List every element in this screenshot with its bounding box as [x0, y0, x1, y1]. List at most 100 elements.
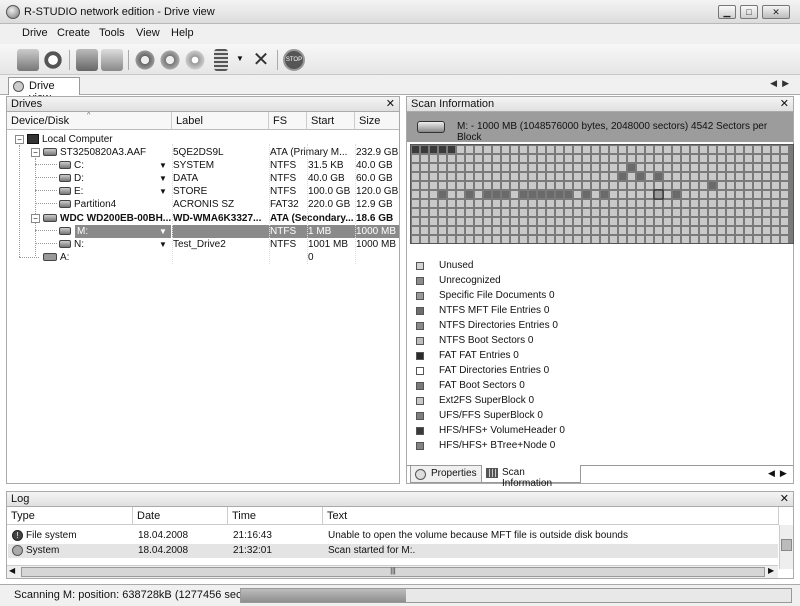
- partition-icon: [59, 174, 71, 183]
- close-icon[interactable]: ✕: [780, 492, 789, 505]
- log-column-text[interactable]: Text: [323, 507, 779, 525]
- menu-view[interactable]: View: [136, 27, 160, 39]
- scan-map-cell: [601, 200, 608, 207]
- scroll-left-icon[interactable]: ◀: [9, 566, 15, 575]
- scan-map-cell: [583, 227, 590, 234]
- scan-map-cell: [781, 191, 788, 198]
- refresh-icon[interactable]: [42, 49, 64, 71]
- drive-row-m[interactable]: M: ▼ NTFS 1 MB 1000 MB: [7, 225, 399, 238]
- chevron-down-icon[interactable]: ▼: [159, 240, 167, 249]
- log-row[interactable]: System 18.04.2008 21:32:01 Scan started …: [8, 544, 778, 558]
- menu-tools[interactable]: Tools: [99, 27, 125, 39]
- chevron-down-icon[interactable]: ▼: [159, 174, 167, 183]
- scan-map-cell: [700, 146, 707, 153]
- log-hscroll-thumb[interactable]: |||: [21, 567, 765, 577]
- column-start[interactable]: Start: [307, 112, 355, 130]
- drive-row-n[interactable]: N: ▼ Test_Drive2 NTFS 1001 MB 1000 MB: [7, 238, 399, 251]
- log-column-time[interactable]: Time: [228, 507, 323, 525]
- chevron-down-icon[interactable]: ▼: [159, 227, 167, 236]
- drive-row-local-computer[interactable]: Local Computer: [7, 133, 399, 146]
- scan-map-cell: [466, 155, 473, 162]
- log-column-date[interactable]: Date: [133, 507, 228, 525]
- close-icon[interactable]: ✕: [386, 97, 395, 110]
- scan-map-cell: [637, 200, 644, 207]
- minimize-button[interactable]: ▁: [718, 5, 736, 19]
- scan-map-cell: [583, 236, 590, 243]
- drive-row-a[interactable]: A: 0: [7, 251, 399, 264]
- drive-row-c[interactable]: C: ▼ SYSTEM NTFS 31.5 KB 40.0 GB: [7, 159, 399, 172]
- scan-map-cell: [520, 146, 527, 153]
- column-size[interactable]: Size: [355, 112, 399, 130]
- scan-map-cell: [457, 146, 464, 153]
- scan-map-cell: [772, 236, 779, 243]
- scan-map-cells: [412, 146, 788, 243]
- scan-map-cell: [745, 209, 752, 216]
- chevron-down-icon[interactable]: ▼: [159, 187, 167, 196]
- scan-map-cell: [691, 218, 698, 225]
- scan-map-cell: [655, 236, 662, 243]
- region-icon[interactable]: [214, 49, 228, 71]
- disk-icon[interactable]: [184, 49, 206, 71]
- scan-map-cell: [754, 227, 761, 234]
- scan-map-cell: [556, 173, 563, 180]
- scroll-right-icon[interactable]: ▶: [768, 566, 774, 575]
- log-type: System: [26, 545, 60, 556]
- drive-info-text: M: - 1000 MB (1048576000 bytes, 2048000 …: [457, 121, 768, 143]
- log-horizontal-scrollbar[interactable]: ◀ ||| ▶: [7, 565, 778, 578]
- create-image-icon[interactable]: [101, 49, 123, 71]
- drive-row-disk-1[interactable]: ST3250820A3.AAF 5QE2DS9L ATA (Primary M.…: [7, 146, 399, 159]
- drive-row-partition4[interactable]: Partition4 ACRONIS SZ FAT32 220.0 GB 12.…: [7, 198, 399, 211]
- drive-row-d[interactable]: D: ▼ DATA NTFS 40.0 GB 60.0 GB: [7, 172, 399, 185]
- maximize-button[interactable]: □: [740, 5, 758, 19]
- scan-map-cell: [511, 173, 518, 180]
- scan-map-cell: [646, 191, 653, 198]
- scan-map-cell: [673, 146, 680, 153]
- scan-icon[interactable]: [134, 49, 156, 71]
- scan-map-cell: [529, 209, 536, 216]
- remove-icon[interactable]: ✕: [250, 49, 272, 71]
- chevron-down-icon[interactable]: ▼: [159, 161, 167, 170]
- device-name: N:: [74, 239, 84, 250]
- tab-properties[interactable]: Properties: [410, 466, 482, 483]
- chevron-down-icon[interactable]: ▼: [236, 54, 244, 63]
- recover-icon[interactable]: [159, 49, 181, 71]
- close-button[interactable]: ✕: [762, 5, 790, 19]
- drive-row-e[interactable]: E: ▼ STORE NTFS 100.0 GB 120.0 GB: [7, 185, 399, 198]
- column-label[interactable]: Label: [172, 112, 269, 130]
- scan-map-cell: [772, 164, 779, 171]
- log-row[interactable]: ! File system 18.04.2008 21:16:43 Unable…: [8, 529, 778, 543]
- drive-label: STORE: [173, 186, 208, 197]
- scan-map-cell: [529, 173, 536, 180]
- tab-scroll-arrows[interactable]: ◀▶: [770, 78, 794, 89]
- scan-tab-scroll-arrows[interactable]: ◀▶: [768, 468, 792, 479]
- stop-icon[interactable]: STOP: [283, 49, 305, 71]
- scan-map-cell: [556, 218, 563, 225]
- scan-map-cell: [475, 164, 482, 171]
- open-image-icon[interactable]: [76, 49, 98, 71]
- close-icon[interactable]: ✕: [780, 97, 789, 110]
- scan-map-cell: [691, 191, 698, 198]
- drive-row-disk-2[interactable]: WDC WD200EB-00BH... WD-WMA6K3327... ATA …: [7, 212, 399, 225]
- scan-map-cell: [412, 191, 419, 198]
- drive-fs: FAT32: [270, 199, 299, 210]
- tab-scan-information[interactable]: Scan Information: [481, 465, 581, 489]
- tab-properties-label: Properties: [431, 468, 477, 479]
- scan-map-cell: [493, 227, 500, 234]
- scan-map-cell: [430, 209, 437, 216]
- menu-create[interactable]: Create: [57, 27, 90, 39]
- scan-map-cell: [763, 164, 770, 171]
- log-scroll-thumb[interactable]: [781, 539, 792, 551]
- drive-size: 232.9 GB: [356, 147, 399, 158]
- tab-drive-view[interactable]: Drive view: [8, 77, 80, 104]
- connect-icon[interactable]: [17, 49, 39, 71]
- scan-map-cell: [520, 191, 527, 198]
- menu-help[interactable]: Help: [171, 27, 194, 39]
- scan-map-cell: [700, 191, 707, 198]
- scan-map-cell: [655, 200, 662, 207]
- column-fs[interactable]: FS: [269, 112, 307, 130]
- log-column-type[interactable]: Type: [7, 507, 133, 525]
- scan-map-cell: [673, 191, 680, 198]
- scan-map-cell: [745, 182, 752, 189]
- log-vertical-scrollbar[interactable]: [779, 525, 793, 569]
- menu-drive[interactable]: Drive: [22, 27, 48, 39]
